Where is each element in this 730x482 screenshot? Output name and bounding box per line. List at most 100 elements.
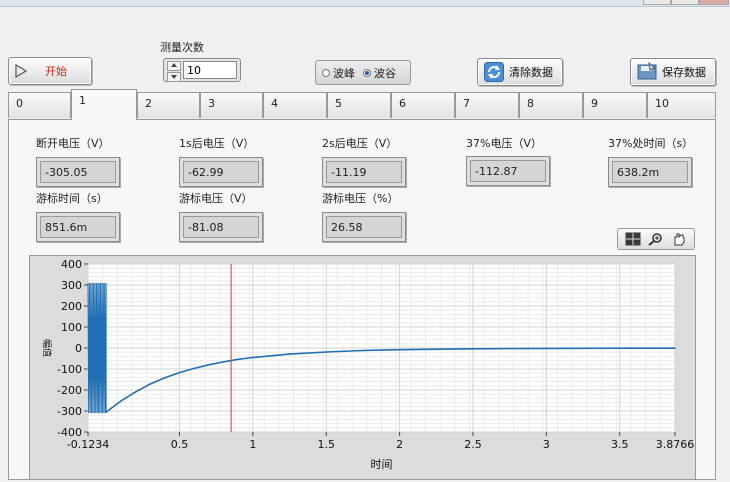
x-tick-label: -0.1234	[67, 438, 109, 451]
cursor-percent-value: 26.58	[326, 216, 402, 238]
tab-6-label: 6	[399, 97, 406, 110]
series-point	[618, 347, 621, 349]
tab-7-label: 7	[463, 97, 470, 110]
tab-2-label: 2	[145, 97, 152, 110]
voltage-2s-value: -11.19	[326, 161, 402, 183]
radio-valley[interactable]: 波谷	[363, 65, 396, 81]
measurement-tabs: 0 1 2 3 4 5 6 7 8 9 10	[8, 89, 716, 120]
tab-10[interactable]: 10	[647, 92, 716, 118]
y-tick-label: 100	[61, 321, 82, 334]
start-button[interactable]: 开始	[8, 57, 92, 85]
minimize-button[interactable]	[643, 0, 671, 5]
save-disk-icon	[637, 62, 657, 80]
tab-5[interactable]: 5	[327, 92, 391, 118]
tab-8[interactable]: 8	[519, 92, 583, 118]
tab-2[interactable]: 2	[137, 92, 200, 118]
tab-4-label: 4	[271, 97, 278, 110]
y-axis-label: 幅值	[41, 339, 53, 357]
waveform-chart-svg[interactable]: 4003002001000-100-200-300-400-0.1234 0.5 1…	[30, 256, 695, 479]
voltage-37-label: 37%电压（V）	[466, 137, 542, 150]
series-point	[149, 383, 151, 385]
series-point	[105, 411, 107, 413]
play-icon	[15, 64, 27, 78]
voltage-1s-value: -62.99	[183, 161, 259, 183]
radio-valley-circle[interactable]	[363, 68, 371, 77]
x-tick-label: 2.5	[464, 438, 482, 451]
voltage-2s-label: 2s后电压（V）	[322, 137, 398, 150]
zoom-icon[interactable]	[647, 231, 665, 247]
series-point	[134, 391, 137, 393]
tab-0[interactable]: 0	[8, 92, 71, 118]
y-tick-label: -200	[57, 384, 82, 397]
cursor-tool-icon[interactable]	[624, 231, 642, 247]
cursor-time-indicator: 游标时间（s） 851.6m	[36, 190, 120, 242]
series-point	[252, 356, 254, 359]
x-tick-label: 3.8766	[656, 438, 695, 451]
graph-palette	[617, 228, 695, 250]
off-voltage-value: -305.05	[40, 161, 116, 183]
measure-count-stepper	[163, 58, 241, 82]
series-point	[120, 400, 122, 402]
series-point	[208, 364, 210, 366]
tab-8-label: 8	[527, 97, 534, 110]
measure-count-label: 测量次数	[160, 41, 204, 54]
cursor-voltage-label: 游标电压（V）	[179, 192, 253, 205]
refresh-icon	[484, 62, 504, 82]
tab-9[interactable]: 9	[583, 92, 647, 118]
pan-hand-icon[interactable]	[670, 231, 688, 247]
close-button[interactable]	[699, 0, 729, 5]
voltage-1s-label: 1s后电压（V）	[179, 137, 255, 150]
window-titlebar	[0, 0, 730, 7]
tab-3[interactable]: 3	[200, 92, 263, 118]
decrement-arrow-icon[interactable]	[167, 72, 181, 82]
y-tick-label: -100	[57, 363, 82, 376]
tab-10-label: 10	[655, 97, 669, 110]
voltage-1s-indicator: 1s后电压（V） -62.99	[179, 135, 263, 187]
tab-9-label: 9	[591, 97, 598, 110]
time-37-label: 37%处时间（s）	[608, 137, 694, 150]
radio-peak-circle[interactable]	[322, 68, 330, 77]
x-tick-label: 0.5	[171, 438, 189, 451]
series-point	[288, 353, 291, 355]
series-point	[674, 347, 676, 349]
radio-valley-label: 波谷	[374, 66, 396, 80]
save-data-button[interactable]: 保存数据	[630, 58, 716, 86]
tab-4[interactable]: 4	[263, 92, 327, 118]
tab-1-label: 1	[79, 94, 86, 107]
clear-data-button[interactable]: 清除数据	[477, 58, 563, 86]
voltage-37-indicator: 37%电压（V） -112.87	[466, 135, 550, 186]
tab-0-label: 0	[16, 97, 23, 110]
x-tick-label: 3.5	[611, 438, 629, 451]
y-tick-label: -300	[57, 405, 82, 418]
x-tick-label: 1.5	[317, 438, 335, 451]
series-point	[472, 348, 474, 350]
y-tick-label: 400	[61, 258, 82, 271]
series-point	[545, 347, 548, 350]
series-point	[178, 371, 181, 374]
measure-count-input[interactable]	[183, 61, 237, 79]
series-point	[164, 377, 166, 379]
cursor-time-value: 851.6m	[40, 216, 116, 238]
start-button-label: 开始	[45, 65, 67, 78]
tab-6[interactable]: 6	[391, 92, 455, 118]
cursor-voltage-indicator: 游标电压（V） -81.08	[179, 190, 263, 242]
y-tick-label: 300	[61, 279, 82, 292]
x-axis-label: 时间	[371, 458, 393, 471]
series-point	[325, 351, 328, 353]
x-tick-label: 3	[543, 438, 550, 451]
time-37-value: 638.2m	[612, 161, 688, 183]
cursor-voltage-value: -81.08	[183, 216, 259, 238]
cursor-percent-label: 游标电压（%）	[322, 192, 399, 205]
tab-7[interactable]: 7	[455, 92, 519, 118]
y-tick-label: 200	[61, 300, 82, 313]
x-tick-label: 1	[249, 438, 256, 451]
increment-arrow-icon[interactable]	[167, 61, 181, 71]
tab-1[interactable]: 1	[71, 89, 137, 120]
save-data-label: 保存数据	[662, 66, 706, 79]
maximize-button[interactable]	[671, 0, 699, 5]
waveform-graph[interactable]: 400 300 200 100 0 -100 -200 -300 -400 -0.1234 0.5 1…	[29, 255, 696, 480]
series-point	[398, 348, 401, 351]
radio-peak[interactable]: 波峰	[322, 65, 355, 81]
x-tick-label: 2	[396, 438, 403, 451]
series-point	[362, 349, 364, 352]
